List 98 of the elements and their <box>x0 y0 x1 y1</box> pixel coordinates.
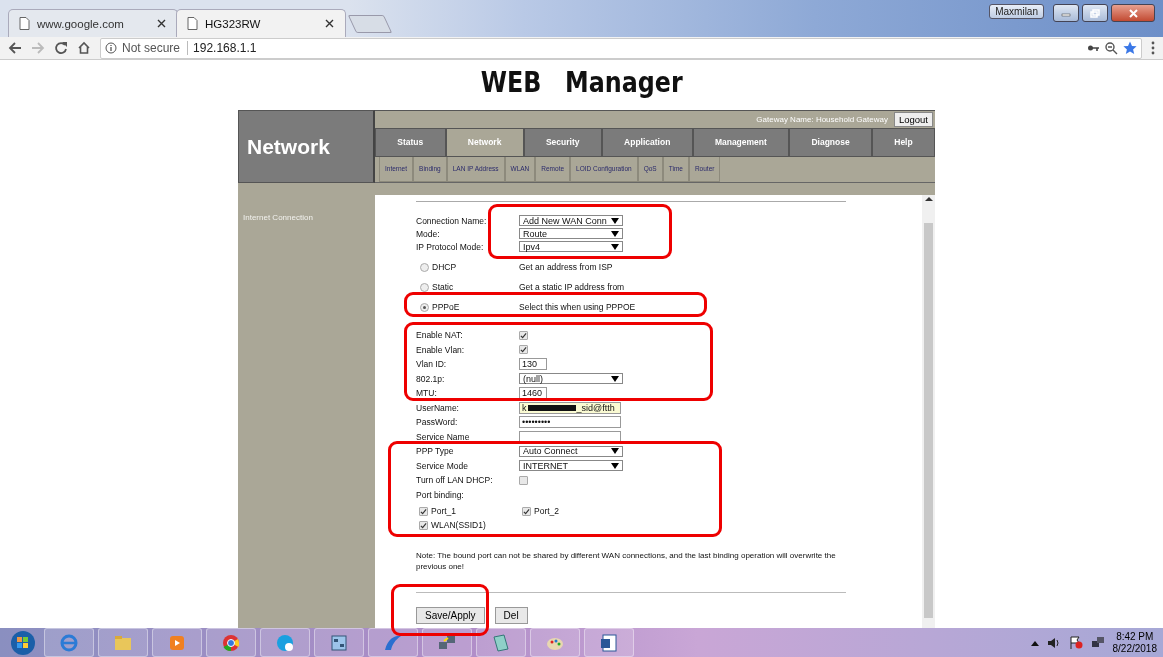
browser-tab[interactable]: www.google.com <box>8 9 178 37</box>
maximize-button[interactable] <box>1082 4 1108 22</box>
field-label: Service Mode <box>416 460 469 471</box>
password-field[interactable]: ••••••••• <box>519 416 621 429</box>
menu-icon[interactable] <box>1151 41 1155 55</box>
close-icon[interactable] <box>324 18 335 29</box>
close-button[interactable] <box>1111 4 1155 22</box>
expand-tray-icon[interactable] <box>1030 639 1039 646</box>
browser-tab[interactable]: HG323RW <box>176 9 346 37</box>
field-label: Port binding: <box>416 489 465 500</box>
dropdown[interactable]: Add New WAN Conn <box>519 215 623 226</box>
field-label: Enable Vlan: <box>416 344 466 355</box>
page-icon <box>19 16 30 31</box>
clock-time: 8:42 PM <box>1116 630 1154 643</box>
network-icon[interactable] <box>422 628 472 657</box>
field-label: Enable NAT: <box>416 330 464 341</box>
zoom-icon[interactable] <box>1105 41 1118 55</box>
security-label: Not secure <box>122 41 189 55</box>
dropdown[interactable]: Auto Connect <box>519 445 623 457</box>
browser-icon[interactable] <box>44 628 94 657</box>
control-panel-icon[interactable] <box>314 628 364 657</box>
nav-tab[interactable]: Management <box>692 127 790 157</box>
nav-tab[interactable]: Diagnose <box>789 127 872 157</box>
document-icon[interactable] <box>584 628 634 657</box>
url-text: 192.168.1.1 <box>193 41 257 55</box>
nav-tab[interactable]: Status <box>375 127 446 157</box>
radio-button[interactable] <box>420 262 429 272</box>
port-label: Port_2 <box>534 506 560 516</box>
note-text: Note: The bound port can not be shared by different WAN connections, and the last binding operation will overwrite the previous one! <box>416 551 837 572</box>
text-field[interactable] <box>519 430 621 443</box>
check-icon <box>523 507 530 515</box>
option-description: Get an address from ISP <box>519 262 613 272</box>
field-label: PPP Type <box>416 446 455 457</box>
reload-icon[interactable] <box>54 41 68 55</box>
star-icon[interactable] <box>1123 41 1137 55</box>
radio-button[interactable] <box>420 282 429 292</box>
page-icon <box>187 16 198 31</box>
scroll-up-icon <box>923 195 934 203</box>
field-label: PPPoE <box>432 302 460 312</box>
port-label: Port_1 <box>431 506 457 516</box>
dropdown[interactable]: INTERNET <box>519 460 623 472</box>
dropdown[interactable]: (null) <box>519 373 623 385</box>
swoosh-icon[interactable] <box>368 628 418 657</box>
field-label: Mode: <box>416 228 441 239</box>
user-badge: Maxmilan <box>989 4 1044 19</box>
field-label: Static <box>432 282 454 292</box>
nav-tab[interactable]: Application <box>601 127 693 157</box>
username-field[interactable]: k _sid@ftth <box>519 401 621 414</box>
text-field[interactable]: 1460 <box>519 387 547 400</box>
scrollbar[interactable] <box>922 195 935 628</box>
chat-icon[interactable] <box>260 628 310 657</box>
home-icon[interactable] <box>77 41 91 55</box>
nav-tab[interactable]: Help <box>871 127 935 157</box>
checkbox[interactable] <box>519 475 528 485</box>
checkbox[interactable] <box>419 506 428 516</box>
chrome-icon[interactable] <box>206 628 256 657</box>
field-label: Connection Name: <box>416 215 488 226</box>
clock-date: 8/22/2018 <box>1112 642 1157 655</box>
checkbox[interactable] <box>519 330 528 340</box>
back-icon[interactable] <box>8 41 22 55</box>
field-label: IP Protocol Mode: <box>416 241 485 252</box>
option-description: Get a static IP address from <box>519 282 625 292</box>
gateway-name: Gateway Name: Household Gateway <box>756 114 888 124</box>
caret-icon <box>611 375 619 382</box>
checkbox[interactable] <box>522 506 531 516</box>
radio-button[interactable] <box>420 302 429 312</box>
book-icon[interactable] <box>476 628 526 657</box>
text-field[interactable]: 130 <box>519 358 547 371</box>
info-icon <box>105 42 117 54</box>
restore-icon <box>1090 8 1100 18</box>
address-bar[interactable]: Not secure 192.168.1.1 <box>100 37 1142 59</box>
close-icon <box>1127 8 1139 18</box>
dropdown[interactable]: Route <box>519 228 623 239</box>
field-label: UserName: <box>416 402 460 413</box>
checkbox[interactable] <box>519 345 528 355</box>
form-button[interactable]: Del <box>494 607 528 624</box>
option-description: Select this when using PPPOE <box>519 302 636 312</box>
logout-button[interactable]: Logout <box>893 111 933 127</box>
form-button[interactable]: Save/Apply <box>416 607 485 624</box>
nav-tab[interactable]: Security <box>523 127 602 157</box>
volume-icon[interactable] <box>1046 636 1061 649</box>
minimize-button[interactable] <box>1053 4 1079 22</box>
field-label: PassWord: <box>416 417 459 428</box>
section-title: Network <box>238 110 375 183</box>
network-tray-icon[interactable] <box>1090 636 1105 649</box>
checkbox[interactable] <box>419 520 428 530</box>
field-label: DHCP <box>432 262 457 272</box>
field-label: MTU: <box>416 388 438 399</box>
field-label: 802.1p: <box>416 373 446 384</box>
field-label: Service Name <box>416 431 471 442</box>
port-label: WLAN(SSID1) <box>431 520 486 530</box>
flag-icon[interactable] <box>1068 636 1083 649</box>
dropdown[interactable]: Ipv4 <box>519 241 623 252</box>
field-label: Turn off LAN DHCP: <box>416 475 494 486</box>
field-label: Vlan ID: <box>416 359 448 370</box>
key-icon[interactable] <box>1087 43 1100 53</box>
close-icon[interactable] <box>156 18 167 29</box>
page-title: WEB Manager <box>480 66 683 100</box>
